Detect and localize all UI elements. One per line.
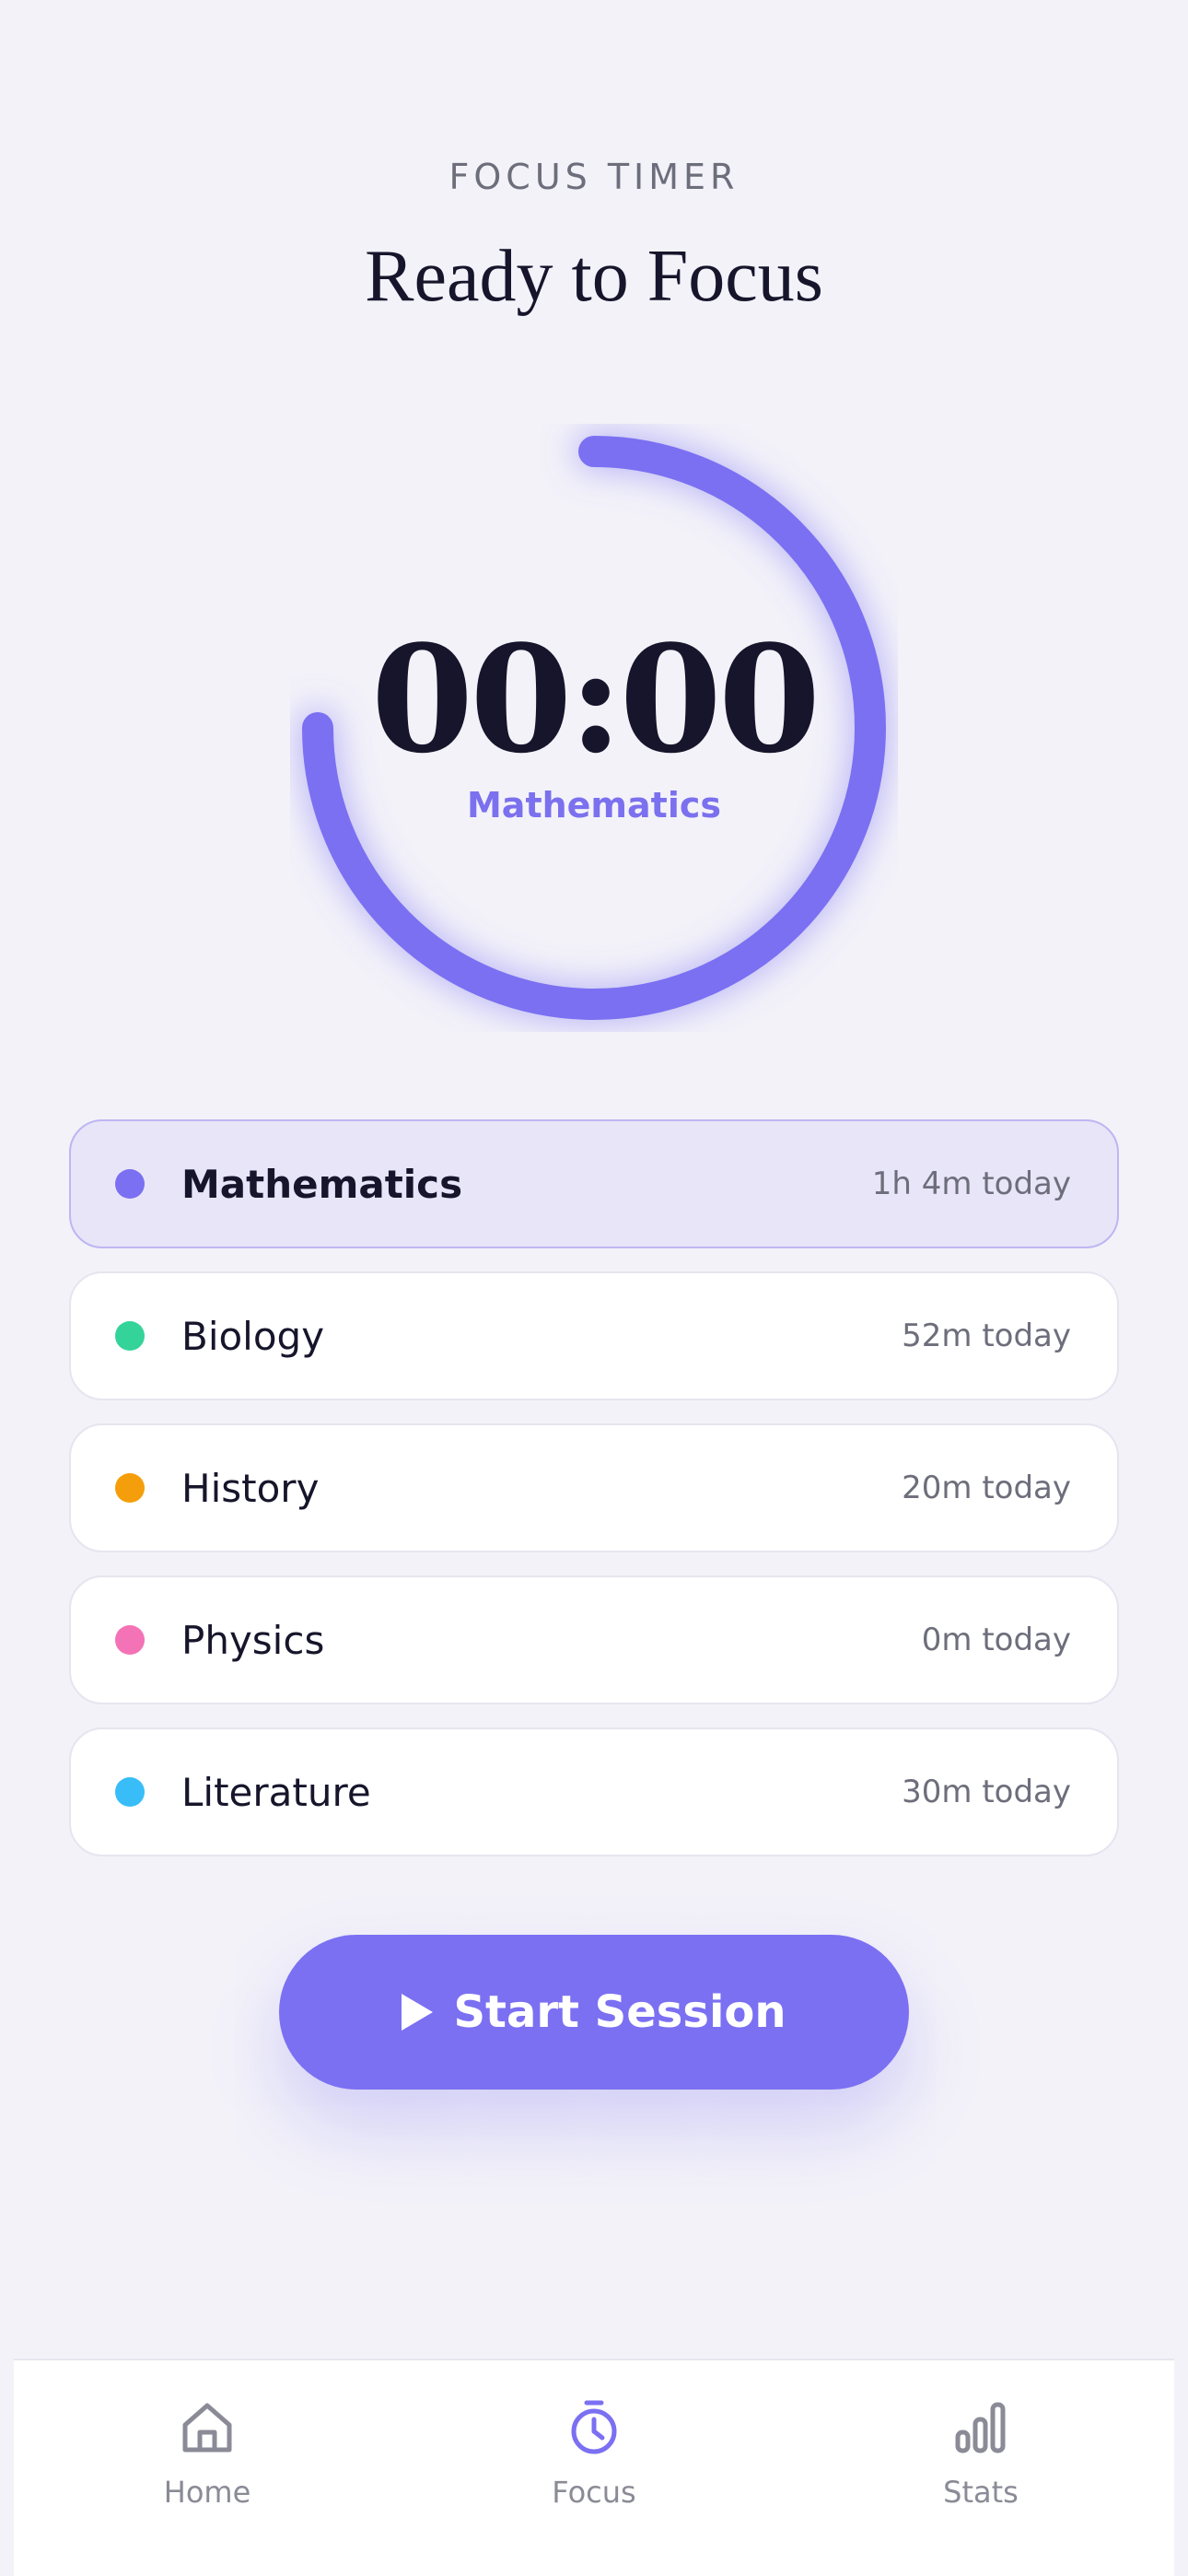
timer-subject: Mathematics [466,785,722,825]
start-session-label: Start Session [453,1986,786,2038]
subject-item[interactable]: Mathematics 1h 4m today [69,1119,1119,1248]
subject-name: Physics [181,1617,325,1663]
screen-eyebrow: FOCUS TIMER [448,157,740,197]
home-icon [182,2403,232,2453]
page-title: Ready to Focus [365,236,823,317]
subject-name: History [181,1465,320,1511]
subject-color-dot [115,1777,145,1807]
tab-label: Focus [552,2475,636,2510]
subject-item[interactable]: Literature 30m today [69,1727,1119,1856]
subject-list: Mathematics 1h 4m today Biology 52m toda… [69,1119,1119,1879]
subject-color-dot [115,1473,145,1503]
timer-dial: 00:00 Mathematics [290,424,898,1032]
subject-time: 1h 4m today [871,1165,1071,1202]
subject-item[interactable]: History 20m today [69,1423,1119,1552]
subject-color-dot [115,1321,145,1351]
stopwatch-icon [571,2400,617,2454]
subject-item[interactable]: Physics 0m today [69,1575,1119,1704]
bar-chart-icon [955,2402,1006,2453]
subject-time: 0m today [921,1622,1071,1658]
subject-time: 30m today [902,1774,1071,1810]
subject-name: Mathematics [181,1161,463,1207]
bottom-tab-bar: Home Focus Stats [14,2359,1174,2576]
subject-time: 52m today [902,1317,1071,1354]
tab-label: Stats [943,2475,1019,2510]
subject-name: Literature [181,1769,371,1815]
tab-focus[interactable]: Focus [401,2360,787,2576]
tab-home[interactable]: Home [14,2360,401,2576]
subject-item[interactable]: Biology 52m today [69,1271,1119,1400]
subject-color-dot [115,1169,145,1199]
subject-time: 20m today [902,1469,1071,1506]
subject-color-dot [115,1625,145,1655]
play-icon [402,1994,434,2031]
focus-timer-screen: FOCUS TIMER Ready to Focus 00:00 Mathema… [0,0,1188,2576]
start-session-button[interactable]: Start Session [279,1935,909,2090]
timer-display: 00:00 [370,613,821,786]
tab-label: Home [163,2475,251,2510]
tab-stats[interactable]: Stats [787,2360,1174,2576]
subject-name: Biology [181,1313,325,1359]
